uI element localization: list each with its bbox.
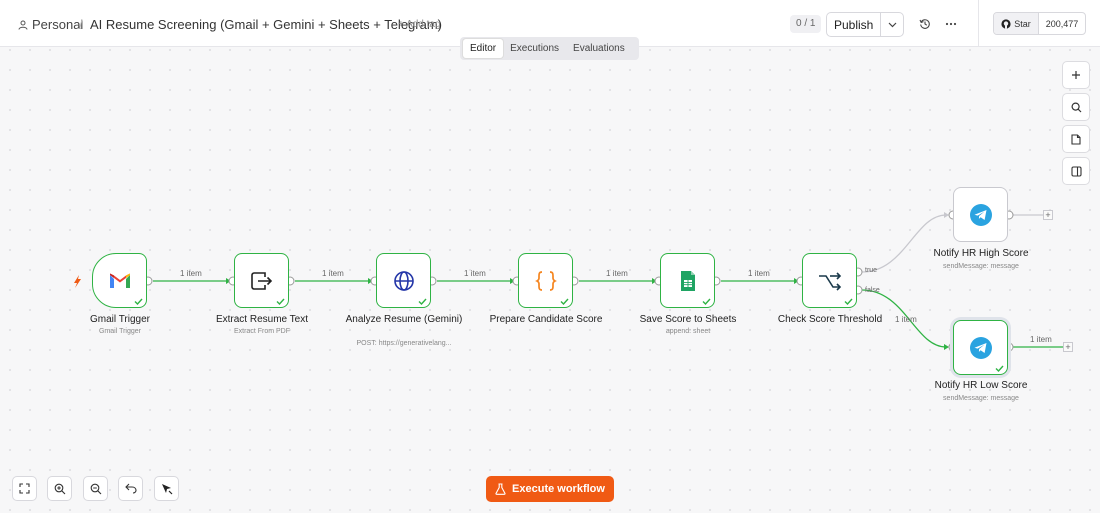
execute-workflow-label: Execute workflow [512, 483, 605, 495]
node-title: Notify HR Low Score [934, 380, 1028, 391]
node-check-score-threshold[interactable] [802, 253, 857, 308]
node-save-score-to-sheets[interactable] [660, 253, 715, 308]
node-subtitle: POST: https://generativelang... [356, 340, 452, 347]
node-gmail-trigger[interactable] [92, 253, 147, 308]
edge-label: 1 item [606, 269, 628, 278]
edge-label: 1 item [464, 269, 486, 278]
node-title: Analyze Resume (Gemini) [345, 314, 463, 325]
node-title: Check Score Threshold [777, 314, 883, 325]
node-extract-resume-text[interactable] [234, 253, 289, 308]
flask-icon [495, 483, 506, 495]
branch-label-false: false [865, 287, 880, 294]
node-analyze-resume[interactable] [376, 253, 431, 308]
if-branch-icon [818, 271, 841, 291]
node-subtitle: Gmail Trigger [98, 328, 141, 335]
fit-view-button[interactable] [12, 476, 37, 501]
undo-icon [124, 483, 137, 494]
zoom-in-button[interactable] [47, 476, 72, 501]
zoom-in-icon [54, 483, 65, 494]
node-subtitle: sendMessage: message [943, 395, 1019, 402]
code-braces-icon [534, 270, 557, 291]
edge-label: 1 item [322, 269, 344, 278]
lightning-icon [74, 275, 81, 288]
success-check-icon [134, 298, 143, 305]
cursor-sparkle-icon [162, 484, 173, 495]
node-title: Prepare Candidate Score [489, 314, 603, 325]
node-subtitle: sendMessage: message [943, 263, 1019, 270]
tidy-up-button[interactable] [154, 476, 179, 501]
branch-label-true: true [865, 267, 878, 274]
google-sheets-icon [680, 270, 695, 291]
success-check-icon [276, 298, 285, 305]
edge-label: 1 item [180, 269, 202, 278]
node-title: Extract Resume Text [215, 314, 309, 325]
success-check-icon [995, 365, 1004, 372]
node-title: Save Score to Sheets [639, 314, 737, 325]
edge-label: 1 item [895, 315, 917, 324]
telegram-icon [969, 336, 992, 359]
success-check-icon [844, 298, 853, 305]
gmail-icon [109, 273, 130, 288]
node-prepare-candidate-score[interactable] [518, 253, 573, 308]
zoom-out-button[interactable] [83, 476, 108, 501]
globe-icon [393, 270, 414, 291]
edge-label: 1 item [1030, 335, 1052, 344]
success-check-icon [418, 298, 427, 305]
add-next-node-button[interactable]: + [1043, 210, 1053, 220]
node-subtitle: append: sheet [665, 328, 711, 335]
edge-label: 1 item [748, 269, 770, 278]
add-next-node-button[interactable]: + [1063, 342, 1073, 352]
telegram-icon [969, 203, 992, 226]
zoom-out-icon [90, 483, 101, 494]
fit-view-icon [19, 483, 30, 494]
node-subtitle: Extract From PDF [233, 328, 290, 335]
success-check-icon [702, 298, 711, 305]
execute-workflow-button[interactable]: Execute workflow [486, 476, 614, 502]
node-title: Notify HR High Score [933, 248, 1029, 259]
node-notify-hr-low-score[interactable] [953, 320, 1008, 375]
node-title: Gmail Trigger [89, 314, 150, 325]
success-check-icon [560, 298, 569, 305]
extract-file-icon [250, 271, 272, 290]
undo-button[interactable] [118, 476, 143, 501]
node-notify-hr-high-score[interactable] [953, 187, 1008, 242]
